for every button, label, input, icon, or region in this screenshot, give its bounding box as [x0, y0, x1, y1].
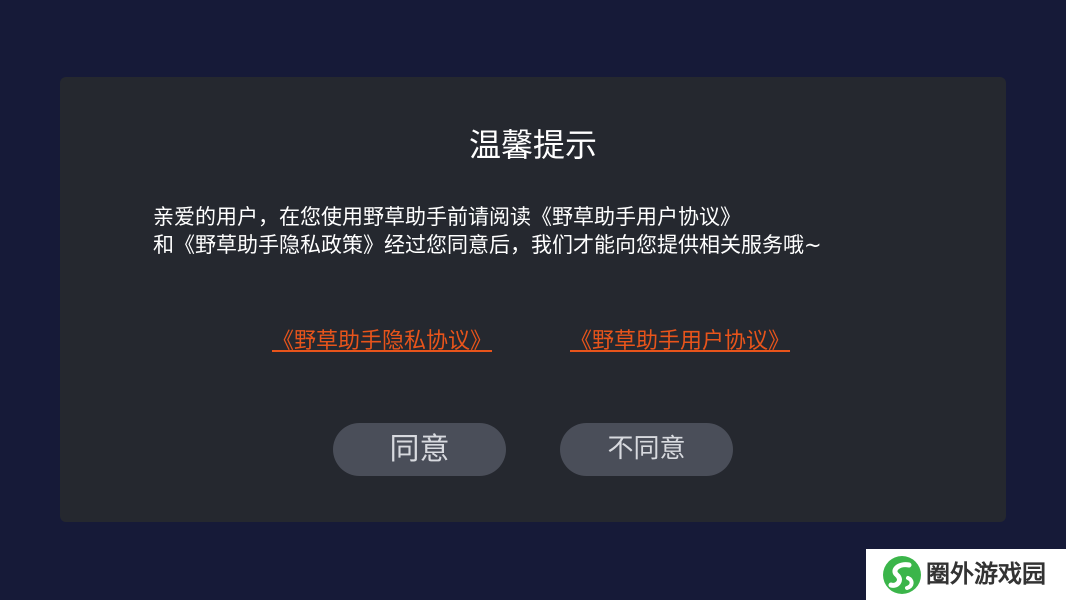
dialog-message: 亲爱的用户，在您使用野草助手前请阅读《野草助手用户协议》 和《野草助手隐私政策》… [153, 203, 933, 259]
watermark-text: 圈外游戏园 [926, 560, 1046, 588]
message-line-2: 和《野草助手隐私政策》经过您同意后，我们才能向您提供相关服务哦~ [153, 233, 822, 257]
dialog-title: 温馨提示 [468, 126, 597, 164]
watermark: 圈外游戏园 [866, 549, 1066, 600]
agree-button[interactable]: 同意 [333, 423, 506, 476]
disagree-button[interactable]: 不同意 [560, 423, 733, 476]
user-agreement-link[interactable]: 《野草助手用户协议》 [570, 327, 790, 357]
screen: { "dialog": { "title": "温馨提示", "message_… [0, 0, 1066, 600]
privacy-dialog: 温馨提示 亲爱的用户，在您使用野草助手前请阅读《野草助手用户协议》 和《野草助手… [60, 77, 1006, 522]
message-line-1: 亲爱的用户，在您使用野草助手前请阅读《野草助手用户协议》 [153, 205, 741, 229]
agreement-links: 《野草助手隐私协议》 《野草助手用户协议》 [60, 327, 1006, 359]
leaf-s-logo-icon [883, 556, 921, 594]
privacy-policy-link[interactable]: 《野草助手隐私协议》 [272, 327, 492, 357]
